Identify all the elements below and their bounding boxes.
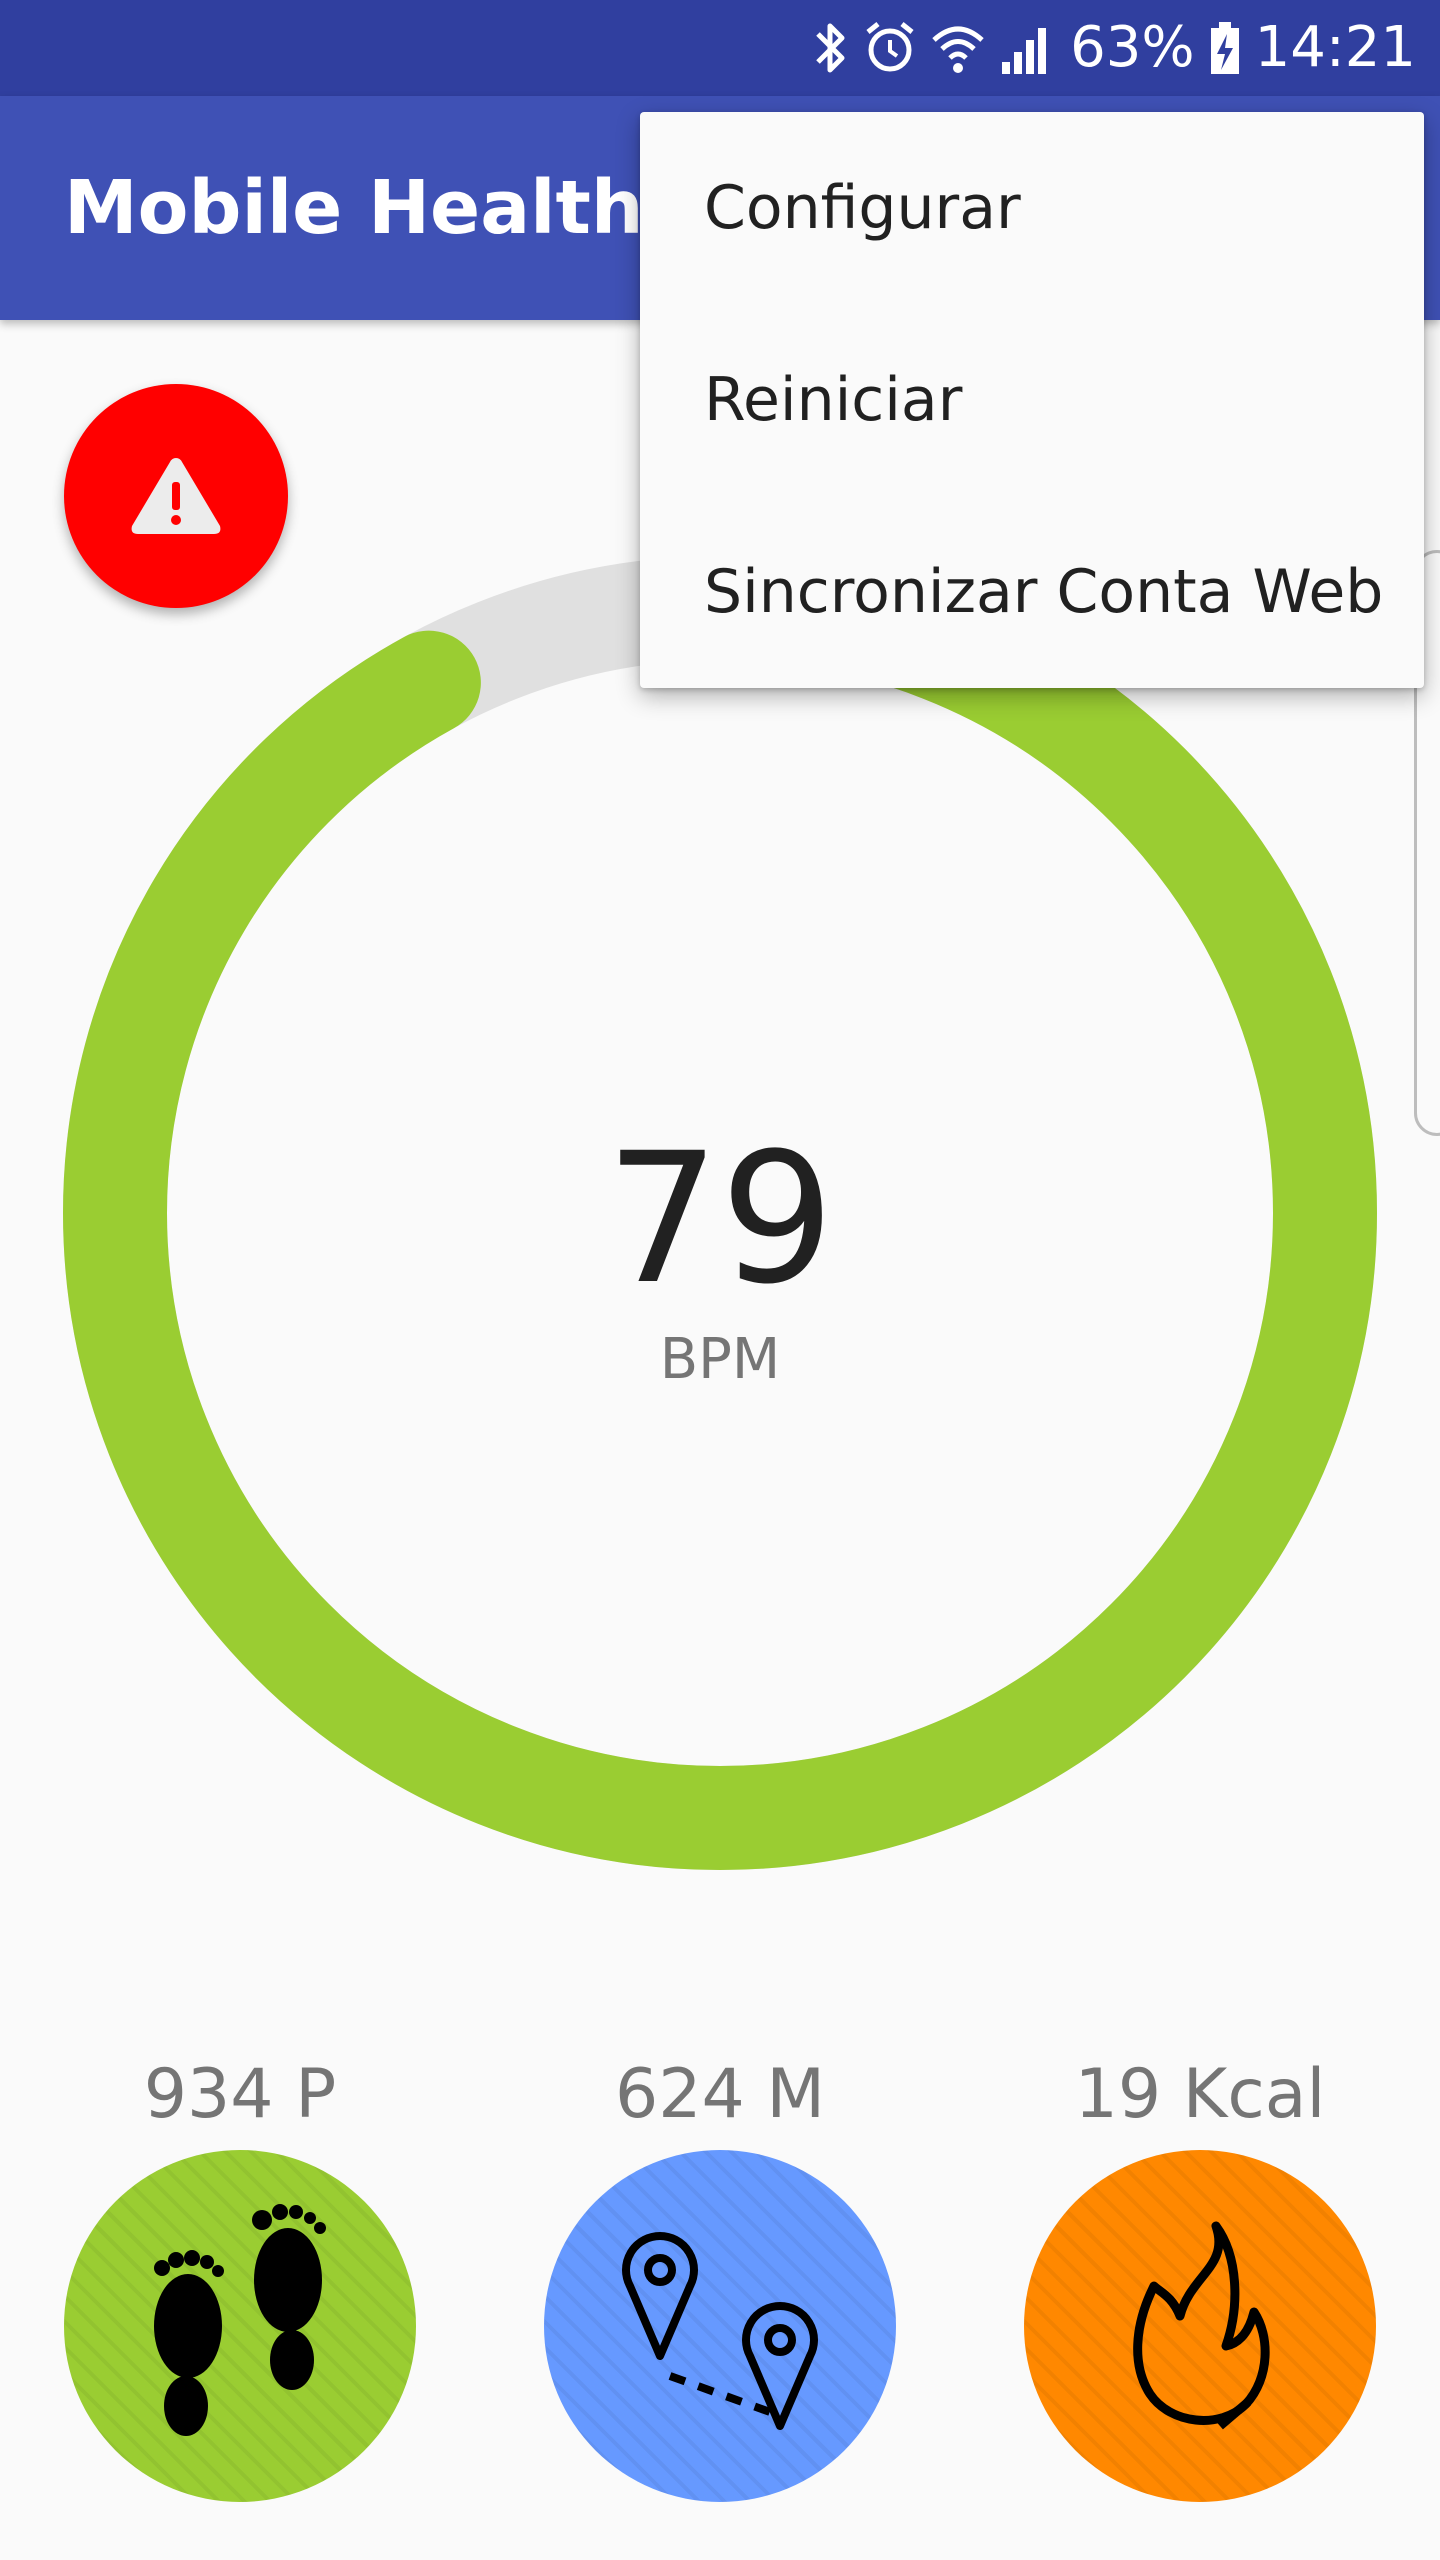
route-pins-icon xyxy=(622,2232,818,2430)
heart-rate-value: 79 xyxy=(605,1115,835,1324)
flame-icon xyxy=(1133,2221,1270,2430)
warning-icon xyxy=(131,458,221,534)
menu-item-sincronizar[interactable]: Sincronizar Conta Web xyxy=(640,496,1424,688)
steps-label: 934 P xyxy=(143,2055,337,2134)
menu-item-reiniciar[interactable]: Reiniciar xyxy=(640,304,1424,496)
distance-label: 624 M xyxy=(614,2055,826,2134)
menu-item-configurar[interactable]: Configurar xyxy=(640,112,1424,304)
steps-button[interactable] xyxy=(64,2150,416,2502)
calories-label: 19 Kcal xyxy=(1074,2055,1326,2134)
heart-rate-unit: BPM xyxy=(659,1327,781,1392)
alert-button[interactable] xyxy=(64,384,288,608)
distance-button[interactable] xyxy=(544,2150,896,2502)
calories-stat: 19 Kcal xyxy=(1024,2050,1376,2502)
steps-stat: 934 P xyxy=(64,2050,416,2502)
distance-stat: 624 M xyxy=(544,2050,896,2502)
calories-button[interactable] xyxy=(1024,2150,1376,2502)
overflow-menu: Configurar Reiniciar Sincronizar Conta W… xyxy=(640,112,1424,688)
footprints-icon xyxy=(154,2204,326,2436)
